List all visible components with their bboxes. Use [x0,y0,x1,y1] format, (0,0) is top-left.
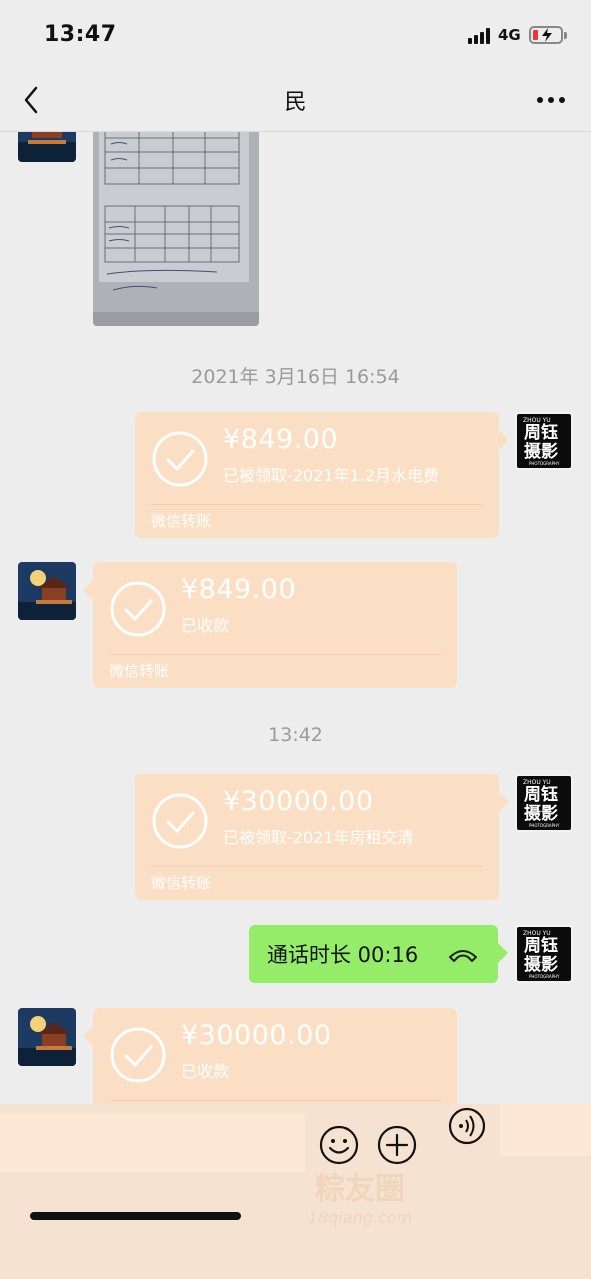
home-indicator[interactable] [30,1212,241,1220]
transfer-label: 微信转账 [151,512,212,530]
check-circle-icon [152,793,208,849]
self-avatar[interactable]: ZHOU YU 周钰 摄影 PHOTOGRAPHY [515,925,573,983]
contact-avatar[interactable] [18,1008,76,1066]
transfer-amount: ¥30000.00 [181,1020,332,1051]
check-circle-icon [110,581,166,637]
watermark: 粽友圈 18qiang.com [307,1172,413,1227]
more-dots-icon[interactable] [536,90,566,110]
transfer-message[interactable]: ¥30000.00 已被领取-2021年房租交清 微信转账 [135,774,509,900]
transfer-divider [151,866,483,867]
logo-text-2: 摄影 [524,955,558,975]
transfer-amount: ¥849.00 [223,424,339,455]
status-bar: 13:47 4G [0,0,591,68]
transfer-divider [109,654,441,655]
battery-icon [529,26,567,44]
signal-icon [468,28,492,44]
voice-icon[interactable] [447,1106,487,1146]
logo-text-2: 摄影 [524,804,558,824]
message-input[interactable] [0,1114,305,1172]
transfer-divider [151,504,483,505]
check-circle-icon [152,431,208,487]
emoji-icon[interactable] [318,1124,360,1166]
transfer-label: 微信转账 [109,662,170,680]
transfer-message[interactable]: ¥849.00 已收款 微信转账 [83,562,457,688]
transfer-status: 已收款 [181,1062,230,1081]
transfer-message[interactable]: ¥849.00 已被领取-2021年1.2月水电费 微信转账 [135,412,509,538]
image-message[interactable] [93,132,259,326]
logo-text-1: 周钰 [524,785,558,805]
status-time: 13:47 [44,22,117,47]
chat-messages[interactable]: 2021年 3月16日 16:54 ¥849.00 已被领取-2021年1.2月… [0,132,591,1122]
transfer-status: 已被领取-2021年房租交清 [223,828,414,847]
transfer-amount: ¥30000.00 [223,786,374,817]
logo-text-1: 周钰 [524,936,558,956]
network-type: 4G [498,26,521,44]
message-timestamp: 13:42 [268,724,323,746]
call-duration-message[interactable]: 通话时长 00:16 [249,925,508,983]
logo-text-2: 摄影 [524,442,558,462]
transfer-label: 微信转账 [151,874,212,892]
transfer-divider [109,1100,441,1101]
contact-avatar[interactable] [18,132,76,162]
transfer-status: 已被领取-2021年1.2月水电费 [223,466,439,485]
logo-text-1: 周钰 [524,423,558,443]
plus-icon[interactable] [376,1124,418,1166]
check-circle-icon [110,1027,166,1083]
contact-avatar[interactable] [18,562,76,620]
self-avatar[interactable]: ZHOU YU 周钰 摄影 PHOTOGRAPHY [515,412,573,470]
transfer-amount: ¥849.00 [181,574,297,605]
message-timestamp: 2021年 3月16日 16:54 [191,366,400,388]
chat-title: 民 [284,90,307,115]
chat-header: 民 [0,68,591,132]
input-toolbar: 粽友圈 18qiang.com [0,1104,591,1279]
input-extra-area[interactable] [500,1104,591,1156]
call-duration-text: 通话时长 00:16 [267,943,419,967]
self-avatar[interactable]: ZHOU YU 周钰 摄影 PHOTOGRAPHY [515,774,573,832]
transfer-status: 已收款 [181,616,230,635]
phone-hangup-icon [449,950,477,962]
